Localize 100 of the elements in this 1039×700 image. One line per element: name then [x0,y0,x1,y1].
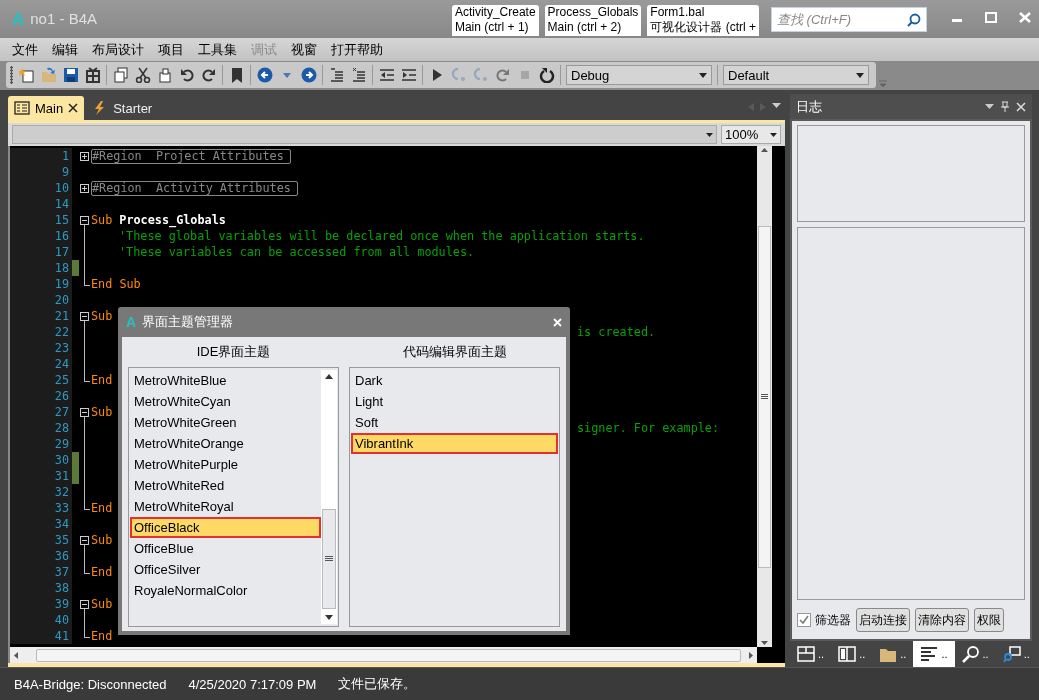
menu-item[interactable]: 文件 [6,40,44,59]
panel-tab[interactable]: .. [995,641,1037,667]
collapse-icon[interactable] [80,600,89,609]
undo-icon[interactable] [178,67,195,83]
region-label: #Region Project Attributes [91,148,291,164]
list-item[interactable]: MetroWhiteOrange [130,433,321,454]
list-item[interactable]: MetroWhiteGreen [130,412,321,433]
column-heading: 代码编辑界面主题 [401,343,508,361]
paste-icon[interactable] [156,67,173,83]
list-item[interactable]: OfficeBlue [130,538,321,559]
line-number: 27 [10,404,72,420]
status-text: B4A-Bridge: Disconnected [14,676,167,692]
log-button[interactable]: 权限 [974,608,1004,632]
theme-list[interactable]: MetroWhiteBlue MetroWhiteCyan MetroWhiteGreen MetroWhiteOrange MetroWhitePurple MetroWhiteRed MetroWhiteRoyal OfficeBlack OfficeBlue OfficeSilver RoyaleNormalColor [128,367,339,627]
cut-icon[interactable] [134,67,151,83]
dropdown[interactable]: Debug [566,65,712,85]
list-item[interactable]: Soft [351,412,558,433]
restart-icon[interactable] [538,67,555,83]
check-icon [798,614,810,626]
list-item[interactable]: OfficeBlack [130,517,321,538]
quick-tab-title: Activity_Create [454,5,536,20]
list-item[interactable]: MetroWhiteCyan [130,391,321,412]
quick-tab[interactable]: Form1.bal 可视化设计器 (ctrl + [647,5,759,36]
list-item[interactable]: RoyaleNormalColor [130,580,321,601]
dropdown[interactable]: Default [723,65,869,85]
panel-tab[interactable]: .. [954,641,996,667]
collapse-icon[interactable] [80,408,89,417]
menu-item[interactable]: 编辑 [46,40,84,59]
editor-tab[interactable]: Main [8,96,85,120]
log-button[interactable]: 启动连接 [856,608,910,632]
quick-tab-subtitle: Main (ctrl + 1) [454,20,530,35]
list-item[interactable]: Dark [351,370,558,391]
menu-item[interactable]: 布局设计 [86,40,150,59]
line-number: 30 [10,452,72,468]
quick-tab-title: Process_Globals [547,5,639,20]
theme-list[interactable]: Dark Light Soft VibrantInk [349,367,560,627]
app-logo: A [126,314,137,330]
list-item[interactable]: OfficeSilver [130,559,321,580]
panel-tab[interactable]: .. [790,641,832,667]
scroll-right-icon [749,651,753,659]
panel-tab[interactable]: .. [831,641,873,667]
copy-icon[interactable] [112,67,129,83]
expand-icon[interactable] [80,184,89,193]
search-icon [907,13,921,27]
search-field[interactable]: 查找 (Ctrl+F) [771,7,927,32]
menu-item[interactable]: 打开帮助 [325,40,389,59]
outdent-icon[interactable] [378,67,395,83]
quick-tab-subtitle: Main (ctrl + 2) [547,20,623,35]
close-icon[interactable] [68,103,79,113]
dialog-title: 界面主题管理器 [142,313,235,331]
horizontal-scrollbar[interactable] [10,647,757,663]
caret-icon [706,132,713,137]
list-item[interactable]: MetroWhitePurple [130,454,321,475]
indent-icon[interactable] [400,67,417,83]
expand-icon[interactable] [80,152,89,161]
editor-tab[interactable]: Starter [86,96,159,120]
zoom-dropdown[interactable]: 100% [721,125,781,144]
collapse-icon[interactable] [80,216,89,225]
scroll-up-icon [325,374,333,379]
collapse-icon[interactable] [80,312,89,321]
package-icon[interactable] [84,67,101,83]
menu-item[interactable]: 项目 [152,40,190,59]
list-item[interactable]: MetroWhiteBlue [130,370,321,391]
list-item[interactable]: MetroWhiteRoyal [130,496,321,517]
line-number: 9 [10,164,72,180]
list-item[interactable]: Light [351,391,558,412]
line-number: 29 [10,436,72,452]
filter-checkbox[interactable]: 筛选器 [797,611,851,629]
new-file-icon[interactable] [18,67,35,83]
layout-icon [797,645,815,663]
redo-icon[interactable] [200,67,217,83]
status-text: 4/25/2020 7:17:09 PM [188,676,317,692]
comment-lines-icon[interactable] [328,67,345,83]
save-icon[interactable] [62,67,79,83]
uncomment-lines-icon[interactable] [350,67,367,83]
line-number: 40 [10,612,72,628]
pin-icon[interactable] [1001,101,1009,112]
menu-item[interactable]: 工具集 [192,40,243,59]
quick-tab-title: Form1.bal [650,5,706,20]
vertical-scrollbar[interactable] [757,146,772,647]
dropdown-value: Default [728,67,770,83]
maximize-icon[interactable] [984,10,998,24]
folder-icon[interactable] [40,67,57,83]
collapse-icon[interactable] [80,536,89,545]
caret-icon[interactable] [985,104,994,109]
quick-tab[interactable]: Process_Globals Main (ctrl + 2) [544,5,642,36]
grip-icon [761,393,768,400]
panel-tab[interactable]: .. [913,641,955,667]
line-number: 22 [10,324,72,340]
log-button[interactable]: 清除内容 [915,608,969,632]
line-number: 37 [10,564,72,580]
vertical-scrollbar[interactable] [321,370,337,624]
keyword: Sub [91,532,113,548]
panel-tab[interactable]: .. [872,641,914,667]
menu-item[interactable]: 视窗 [285,40,323,59]
list-item[interactable]: MetroWhiteRed [130,475,321,496]
status-text: 文件已保存。 [338,675,417,693]
list-item[interactable]: VibrantInk [351,433,558,454]
quick-tab[interactable]: Activity_Create Main (ctrl + 1) [451,5,539,36]
caret-icon[interactable] [772,103,781,108]
